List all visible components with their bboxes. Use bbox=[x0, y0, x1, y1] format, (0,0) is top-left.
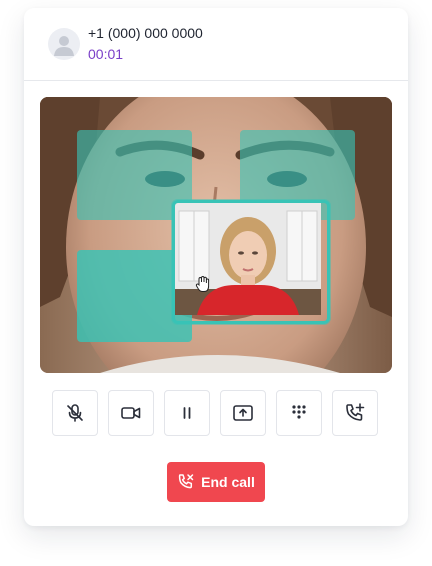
call-header: +1 (000) 000 0000 00:01 bbox=[24, 8, 408, 81]
grab-hand-icon bbox=[195, 275, 210, 292]
hold-button[interactable] bbox=[164, 390, 210, 436]
self-view-video[interactable] bbox=[172, 200, 330, 324]
call-timer: 00:01 bbox=[88, 46, 124, 62]
end-call-label: End call bbox=[201, 474, 255, 490]
video-toggle-button[interactable] bbox=[108, 390, 154, 436]
call-controls bbox=[52, 390, 380, 438]
caller-phone-number: +1 (000) 000 0000 bbox=[88, 25, 203, 41]
user-silhouette-icon bbox=[54, 36, 74, 56]
dialpad-icon bbox=[292, 405, 306, 419]
avatar bbox=[48, 28, 80, 60]
video-camera-icon bbox=[121, 407, 141, 419]
mute-button[interactable] bbox=[52, 390, 98, 436]
call-card: +1 (000) 000 0000 00:01 End call bbox=[24, 8, 408, 526]
microphone-off-icon bbox=[67, 404, 83, 422]
add-call-icon bbox=[346, 403, 365, 421]
phone-hangup-icon bbox=[179, 474, 194, 489]
local-self-view-video bbox=[175, 203, 321, 315]
end-call-button[interactable]: End call bbox=[167, 462, 265, 502]
share-screen-button[interactable] bbox=[220, 390, 266, 436]
keypad-button[interactable] bbox=[276, 390, 322, 436]
pause-icon bbox=[183, 407, 191, 419]
add-call-button[interactable] bbox=[332, 390, 378, 436]
remote-video-feed[interactable] bbox=[40, 97, 392, 373]
screen-share-icon bbox=[233, 405, 253, 421]
